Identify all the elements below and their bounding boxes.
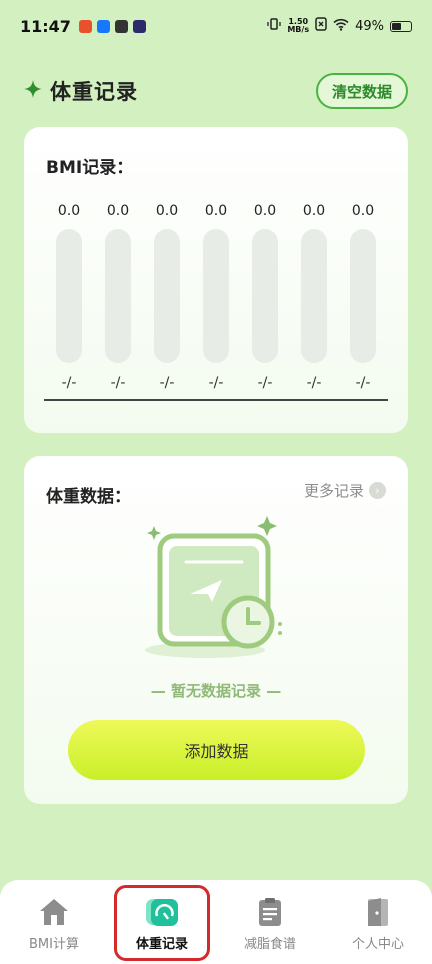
bmi-bar-chart: 0.0 -/- 0.0 -/- 0.0 -/- 0.0 -/- 0.0 -/- bbox=[44, 203, 391, 413]
play-app-icon bbox=[132, 19, 146, 33]
sparkle-icon bbox=[24, 80, 42, 102]
tab-bmi-calc[interactable]: BMI计算 bbox=[4, 880, 104, 964]
empty-state-illustration bbox=[142, 516, 292, 666]
battery-icon bbox=[390, 20, 412, 32]
home-icon bbox=[38, 896, 70, 928]
bmi-bar-value: 0.0 bbox=[106, 203, 130, 219]
bmi-bar-track bbox=[301, 229, 327, 363]
bmi-bar-track bbox=[203, 229, 229, 363]
tab-personal-center[interactable]: 个人中心 bbox=[328, 880, 428, 964]
bmi-bar-date: -/- bbox=[208, 375, 224, 391]
bmi-bar-date: -/- bbox=[110, 375, 126, 391]
bmi-bar-value: 0.0 bbox=[57, 203, 81, 219]
bmi-bar-value: 0.0 bbox=[204, 203, 228, 219]
bmi-bar-track bbox=[154, 229, 180, 363]
vibrate-icon bbox=[267, 17, 281, 35]
bmi-bar-underline bbox=[93, 399, 143, 401]
alipay-icon bbox=[96, 19, 110, 33]
status-bar: 11:47 1.50 MB/s 49% bbox=[0, 0, 432, 52]
more-records-label: 更多记录 bbox=[303, 482, 364, 500]
bmi-card-title: BMI记录： bbox=[46, 158, 134, 178]
weight-data-card: 体重数据： 更多记录 › — 暂无数据记录 — 添加数据 bbox=[24, 456, 408, 804]
bmi-bar-date: -/- bbox=[159, 375, 175, 391]
bmi-bar-track bbox=[252, 229, 278, 363]
bmi-bar-underline bbox=[240, 399, 290, 401]
net-speed-unit: MB/s bbox=[287, 25, 310, 34]
net-speed: 1.50 MB/s bbox=[287, 18, 309, 34]
tab-diet-recipes[interactable]: 减脂食谱 bbox=[220, 880, 320, 964]
wifi-icon bbox=[333, 18, 349, 35]
clipboard-icon bbox=[254, 896, 286, 928]
bmi-record-card: BMI记录： 0.0 -/- 0.0 -/- 0.0 -/- 0.0 -/- 0… bbox=[24, 127, 408, 433]
bmi-bar-underline bbox=[338, 399, 388, 401]
door-icon bbox=[362, 896, 394, 928]
tab-label: BMI计算 bbox=[29, 937, 79, 952]
clear-data-button[interactable]: 清空数据 bbox=[315, 73, 408, 109]
tab-label: 个人中心 bbox=[351, 937, 404, 952]
bmi-bar-track bbox=[105, 229, 131, 363]
tab-label: 减脂食谱 bbox=[243, 937, 296, 952]
more-records-link[interactable]: 更多记录 › bbox=[304, 480, 386, 501]
page-header: 体重记录 清空数据 bbox=[24, 72, 408, 110]
bmi-bar-underline bbox=[142, 399, 192, 401]
notification-app-icon bbox=[78, 19, 92, 33]
bmi-bar-value: 0.0 bbox=[302, 203, 326, 219]
bmi-bar-date: -/- bbox=[257, 375, 273, 391]
active-tab-highlight bbox=[114, 885, 210, 961]
page-title: 体重记录 bbox=[50, 80, 138, 104]
chevron-right-icon: › bbox=[369, 482, 386, 499]
bmi-bar-date: -/- bbox=[61, 375, 77, 391]
bmi-bar-track bbox=[56, 229, 82, 363]
bmi-bar-value: 0.0 bbox=[253, 203, 277, 219]
weight-card-title: 体重数据： bbox=[46, 487, 131, 507]
bmi-bar-value: 0.0 bbox=[351, 203, 375, 219]
bmi-bar-date: -/- bbox=[306, 375, 322, 391]
bmi-bar-value: 0.0 bbox=[155, 203, 179, 219]
battery-percent: 49% bbox=[355, 18, 384, 34]
status-time: 11:47 bbox=[20, 16, 71, 36]
sim-off-icon bbox=[315, 17, 327, 35]
add-data-button[interactable]: 添加数据 bbox=[68, 720, 365, 780]
bmi-bar-underline bbox=[44, 399, 94, 401]
bmi-bar-track bbox=[350, 229, 376, 363]
link-app-icon bbox=[114, 19, 128, 33]
empty-state-text: — 暂无数据记录 — bbox=[150, 682, 282, 700]
bmi-bar-date: -/- bbox=[355, 375, 371, 391]
bmi-bar-underline bbox=[289, 399, 339, 401]
bottom-tab-bar: BMI计算 体重记录 减脂食谱 个人中心 bbox=[0, 880, 432, 964]
bmi-bar-underline bbox=[191, 399, 241, 401]
